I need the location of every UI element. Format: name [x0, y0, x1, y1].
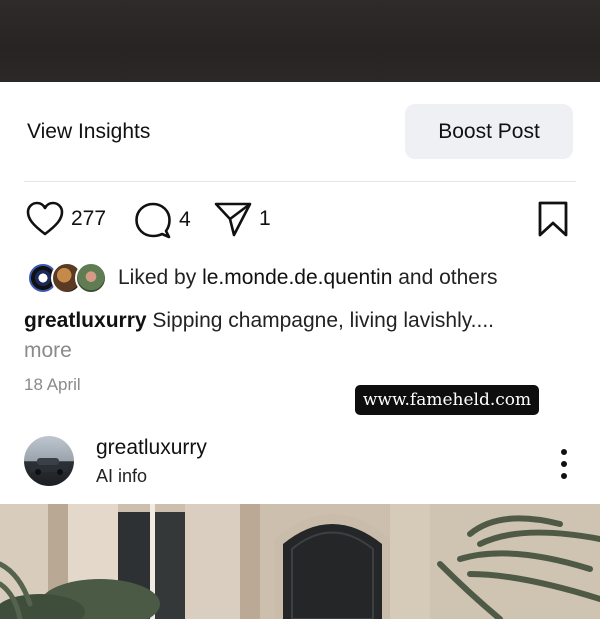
post-date: 18 April [24, 375, 81, 394]
comment-count[interactable]: 4 [179, 208, 191, 232]
next-post-media[interactable] [0, 504, 600, 619]
avatar[interactable] [24, 436, 74, 486]
post-caption: greatluxurry Sipping champagne, living l… [24, 306, 574, 366]
liker-username[interactable]: le.monde.de.quentin [202, 266, 392, 289]
save-action [536, 200, 570, 238]
divider [24, 181, 576, 182]
watermark: www.fameheld.com [355, 385, 539, 415]
insights-bar: View Insights Boost Post [0, 104, 600, 160]
more-options-icon[interactable] [552, 446, 576, 482]
like-count[interactable]: 277 [71, 207, 106, 231]
view-insights-link[interactable]: View Insights [27, 120, 150, 144]
avatar [75, 262, 107, 294]
ai-info-label[interactable]: AI info [96, 466, 147, 487]
caption-username[interactable]: greatluxurry [24, 309, 147, 332]
next-post-username[interactable]: greatluxurry [96, 436, 207, 460]
share-count[interactable]: 1 [259, 207, 271, 231]
action-bar: 277 4 1 [0, 200, 600, 240]
previous-post-media[interactable] [0, 0, 600, 82]
heart-icon[interactable] [25, 200, 65, 238]
like-action: 277 [25, 200, 106, 238]
comment-action: 4 [133, 200, 191, 240]
liked-by-prefix: Liked by [118, 266, 203, 289]
liked-by-text: Liked by le.monde.de.quentin and others [118, 266, 497, 290]
liker-avatars[interactable] [27, 262, 107, 294]
caption-text: Sipping champagne, living lavishly.... [146, 309, 495, 332]
share-action: 1 [213, 200, 271, 238]
liked-by-suffix[interactable]: and others [392, 266, 497, 289]
comment-icon[interactable] [133, 200, 173, 240]
bookmark-icon[interactable] [536, 200, 570, 238]
share-icon[interactable] [213, 200, 253, 238]
liked-by-row: Liked by le.monde.de.quentin and others [0, 261, 600, 295]
next-post-header: greatluxurry AI info [0, 432, 600, 492]
caption-more-link[interactable]: more [24, 339, 72, 362]
boost-post-button[interactable]: Boost Post [405, 104, 573, 159]
